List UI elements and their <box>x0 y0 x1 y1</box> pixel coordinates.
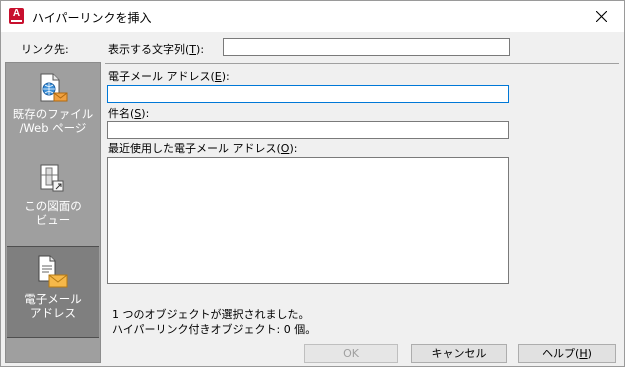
selection-status: 1 つのオブジェクトが選択されました。 <box>112 308 310 321</box>
nav-drawing-view-line1: この図面の <box>24 199 82 213</box>
close-icon <box>596 11 607 22</box>
web-file-icon <box>40 73 68 102</box>
email-icon <box>38 255 68 288</box>
recent-email-list[interactable] <box>107 157 509 284</box>
nav-email-line2: アドレス <box>30 306 76 320</box>
hyperlink-dialog: A ハイパーリンクを挿入 リンク先: 既存のファイル /Web ページ この図面… <box>0 0 625 367</box>
ok-button[interactable]: OK <box>304 344 398 363</box>
drawing-view-icon <box>40 164 64 192</box>
nav-drawing-view[interactable]: この図面の ビュー <box>7 153 99 245</box>
link-to-label: リンク先: <box>21 43 69 56</box>
subject-field[interactable] <box>107 121 509 139</box>
display-text-field[interactable] <box>223 38 510 56</box>
cancel-button[interactable]: キャンセル <box>411 344 507 363</box>
link-to-panel: 既存のファイル /Web ページ この図面の ビュー 電子メール アドレス <box>5 62 101 363</box>
nav-existing-file[interactable]: 既存のファイル /Web ページ <box>7 63 99 153</box>
close-button[interactable] <box>580 1 624 32</box>
nav-email-line1: 電子メール <box>24 292 82 306</box>
subject-label: 件名(S): <box>108 107 150 120</box>
nav-drawing-view-line2: ビュー <box>35 213 71 227</box>
email-address-label: 電子メール アドレス(E): <box>108 70 230 83</box>
display-text-label: 表示する文字列(T): <box>108 43 205 56</box>
help-button[interactable]: ヘルプ(H) <box>518 344 616 363</box>
nav-existing-file-line1: 既存のファイル <box>12 107 94 121</box>
nav-email-address[interactable]: 電子メール アドレス <box>7 246 99 338</box>
title-bar: A ハイパーリンクを挿入 <box>1 1 624 32</box>
divider <box>105 63 619 64</box>
hyperlink-count-status: ハイパーリンク付きオブジェクト: 0 個。 <box>112 323 317 336</box>
autocad-app-icon: A <box>9 8 24 24</box>
window-title: ハイパーリンクを挿入 <box>32 11 152 25</box>
recent-email-label: 最近使用した電子メール アドレス(O): <box>108 142 298 155</box>
nav-existing-file-line2: /Web ページ <box>19 121 87 135</box>
email-address-field[interactable] <box>107 85 509 103</box>
